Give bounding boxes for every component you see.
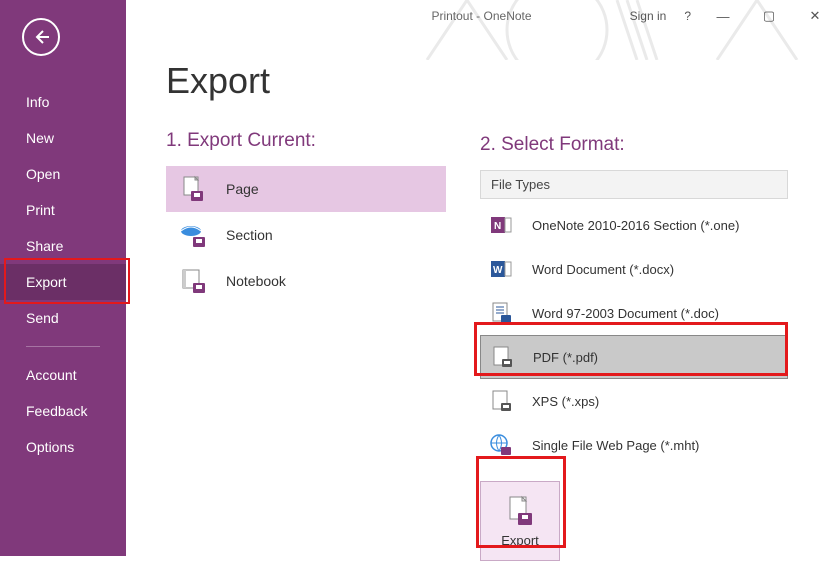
format-label: Word Document (*.docx) — [532, 262, 674, 277]
nav-print[interactable]: Print — [0, 192, 126, 228]
export-current-label: 1. Export Current: — [166, 130, 446, 152]
word-file-icon: W — [488, 256, 514, 282]
export-button-label: Export — [501, 533, 539, 548]
section-export-icon — [178, 220, 208, 250]
svg-text:N: N — [494, 221, 501, 232]
pdf-file-icon — [489, 344, 515, 370]
nav-send[interactable]: Send — [0, 300, 126, 336]
format-word-doc[interactable]: Word 97-2003 Document (*.doc) — [480, 291, 788, 335]
page-title: Export — [166, 60, 797, 102]
export-option-page[interactable]: Page — [166, 166, 446, 212]
nav-open[interactable]: Open — [0, 156, 126, 192]
export-option-label: Notebook — [226, 273, 286, 289]
export-current-column: 1. Export Current: Page Section Notebook — [166, 130, 446, 304]
nav-new[interactable]: New — [0, 120, 126, 156]
export-option-label: Page — [226, 181, 259, 197]
doc-file-icon — [488, 300, 514, 326]
format-onenote-section[interactable]: N OneNote 2010-2016 Section (*.one) — [480, 203, 788, 247]
nav-feedback[interactable]: Feedback — [0, 393, 126, 429]
select-format-label: 2. Select Format: — [480, 134, 788, 156]
nav-export[interactable]: Export — [0, 264, 126, 300]
format-pdf[interactable]: PDF (*.pdf) — [480, 335, 788, 379]
format-label: Single File Web Page (*.mht) — [532, 438, 699, 453]
nav-options[interactable]: Options — [0, 429, 126, 465]
content-area: Export 1. Export Current: Page Section N… — [126, 0, 837, 556]
page-export-icon — [178, 174, 208, 204]
export-action-icon — [504, 495, 536, 527]
format-label: XPS (*.xps) — [532, 394, 599, 409]
back-button[interactable] — [22, 18, 60, 56]
backstage-sidebar: Info New Open Print Share Export Send Ac… — [0, 0, 126, 556]
export-option-section[interactable]: Section — [166, 212, 446, 258]
format-mht[interactable]: Single File Web Page (*.mht) — [480, 423, 788, 467]
nav-account[interactable]: Account — [0, 357, 126, 393]
notebook-export-icon — [178, 266, 208, 296]
nav-separator — [26, 346, 100, 347]
export-button[interactable]: Export — [480, 481, 560, 561]
export-option-label: Section — [226, 227, 273, 243]
select-format-column: 2. Select Format: File Types N OneNote 2… — [480, 134, 788, 561]
file-types-header: File Types — [480, 170, 788, 199]
nav-share[interactable]: Share — [0, 228, 126, 264]
export-option-notebook[interactable]: Notebook — [166, 258, 446, 304]
format-label: Word 97-2003 Document (*.doc) — [532, 306, 719, 321]
onenote-file-icon: N — [488, 212, 514, 238]
nav-info[interactable]: Info — [0, 84, 126, 120]
xps-file-icon — [488, 388, 514, 414]
format-label: OneNote 2010-2016 Section (*.one) — [532, 218, 739, 233]
format-xps[interactable]: XPS (*.xps) — [480, 379, 788, 423]
mht-file-icon — [488, 432, 514, 458]
format-word-docx[interactable]: W Word Document (*.docx) — [480, 247, 788, 291]
format-label: PDF (*.pdf) — [533, 350, 598, 365]
svg-text:W: W — [493, 265, 503, 276]
